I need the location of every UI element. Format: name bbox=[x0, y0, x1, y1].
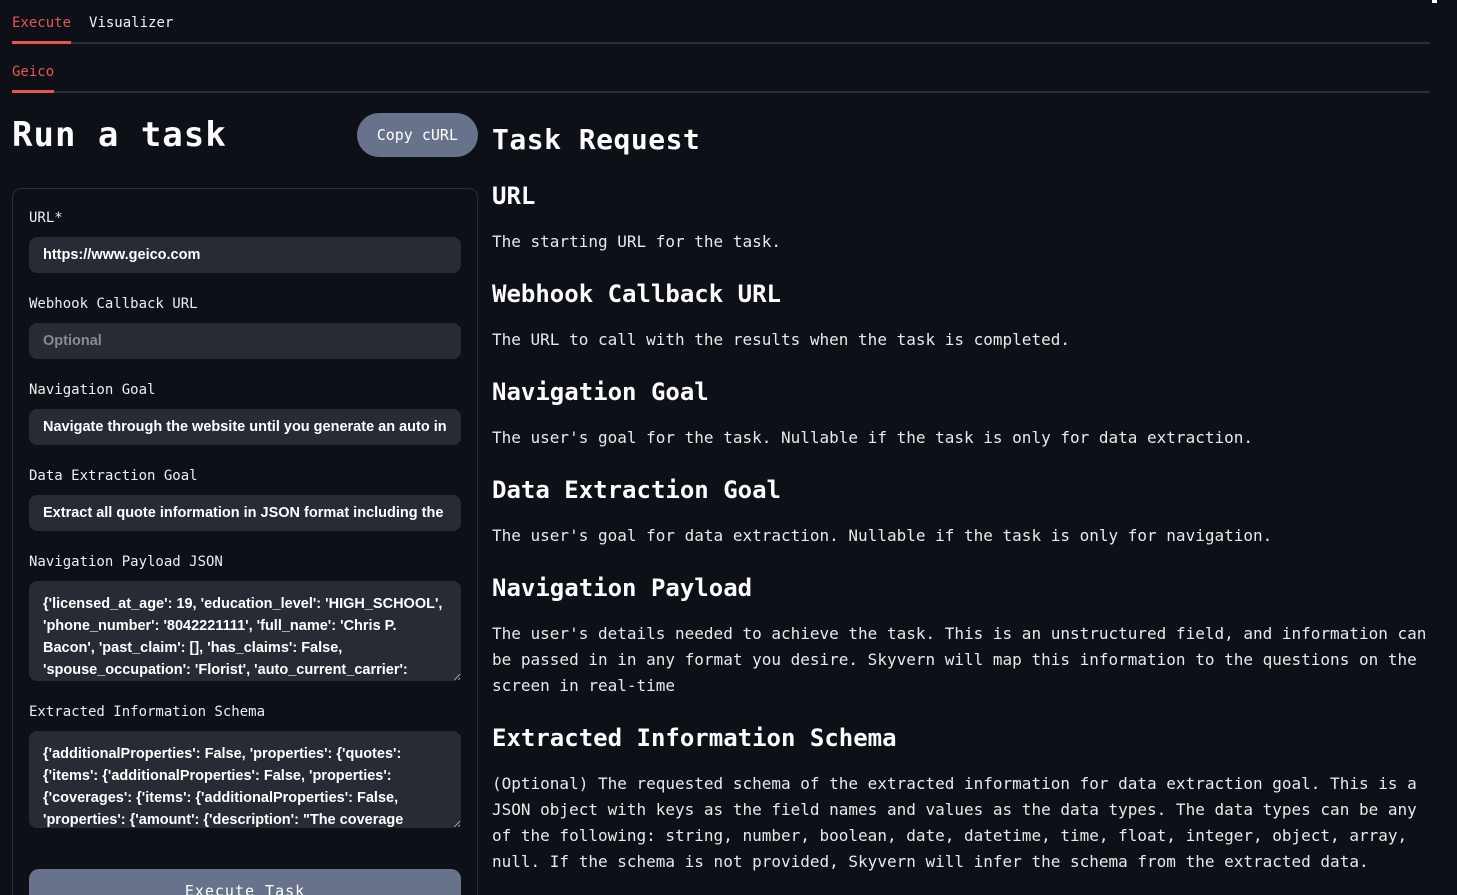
doc-body: The URL to call with the results when th… bbox=[492, 327, 1432, 353]
tab-execute[interactable]: Execute bbox=[12, 0, 71, 42]
doc-body: (Optional) The requested schema of the e… bbox=[492, 771, 1432, 875]
tab-visualizer[interactable]: Visualizer bbox=[89, 0, 173, 42]
doc-heading: URL bbox=[492, 181, 1432, 211]
navigation-payload-label: Navigation Payload JSON bbox=[29, 554, 461, 570]
doc-heading: Webhook Callback URL bbox=[492, 279, 1432, 309]
doc-body: The user's details needed to achieve the… bbox=[492, 621, 1432, 699]
doc-section-data-extraction-goal: Data Extraction Goal The user's goal for… bbox=[492, 475, 1432, 549]
extracted-schema-textarea[interactable]: {'additionalProperties': False, 'propert… bbox=[29, 731, 461, 828]
docs-title: Task Request bbox=[492, 123, 1432, 157]
docs-column: Task Request URL The starting URL for th… bbox=[492, 112, 1432, 875]
field-navigation-goal: Navigation Goal bbox=[29, 382, 461, 445]
task-form-column: Run a task Copy cURL URL* Webhook Callba… bbox=[12, 112, 478, 895]
copy-curl-button[interactable]: Copy cURL bbox=[357, 113, 478, 157]
navigation-goal-input[interactable] bbox=[29, 409, 461, 445]
field-extracted-schema: Extracted Information Schema {'additiona… bbox=[29, 704, 461, 828]
execute-task-button[interactable]: Execute Task bbox=[29, 869, 461, 895]
page-title: Run a task bbox=[12, 115, 227, 155]
main-tab-bar: Execute Visualizer bbox=[12, 0, 1430, 44]
doc-section-webhook: Webhook Callback URL The URL to call wit… bbox=[492, 279, 1432, 353]
url-label: URL* bbox=[29, 210, 461, 226]
field-data-extraction-goal: Data Extraction Goal bbox=[29, 468, 461, 531]
extracted-schema-label: Extracted Information Schema bbox=[29, 704, 461, 720]
task-form-card: URL* Webhook Callback URL Navigation Goa… bbox=[12, 188, 478, 895]
doc-section-url: URL The starting URL for the task. bbox=[492, 181, 1432, 255]
data-extraction-goal-label: Data Extraction Goal bbox=[29, 468, 461, 484]
field-navigation-payload: Navigation Payload JSON {'licensed_at_ag… bbox=[29, 554, 461, 681]
webhook-label: Webhook Callback URL bbox=[29, 296, 461, 312]
field-url: URL* bbox=[29, 210, 461, 273]
doc-section-navigation-goal: Navigation Goal The user's goal for the … bbox=[492, 377, 1432, 451]
doc-section-navigation-payload: Navigation Payload The user's details ne… bbox=[492, 573, 1432, 699]
form-title-row: Run a task Copy cURL bbox=[12, 112, 478, 158]
webhook-input[interactable] bbox=[29, 323, 461, 359]
subtab-geico[interactable]: Geico bbox=[12, 44, 54, 91]
sub-tab-bar: Geico bbox=[12, 44, 1430, 93]
doc-heading: Data Extraction Goal bbox=[492, 475, 1432, 505]
doc-section-extracted-schema: Extracted Information Schema (Optional) … bbox=[492, 723, 1432, 875]
scrollbar-thumb-artifact bbox=[1432, 0, 1437, 3]
data-extraction-goal-input[interactable] bbox=[29, 495, 461, 531]
field-webhook: Webhook Callback URL bbox=[29, 296, 461, 359]
doc-heading: Extracted Information Schema bbox=[492, 723, 1432, 753]
doc-body: The user's goal for data extraction. Nul… bbox=[492, 523, 1432, 549]
navigation-goal-label: Navigation Goal bbox=[29, 382, 461, 398]
main-content: Run a task Copy cURL URL* Webhook Callba… bbox=[0, 93, 1457, 895]
doc-body: The starting URL for the task. bbox=[492, 229, 1432, 255]
url-input[interactable] bbox=[29, 237, 461, 273]
doc-body: The user's goal for the task. Nullable i… bbox=[492, 425, 1432, 451]
doc-heading: Navigation Payload bbox=[492, 573, 1432, 603]
navigation-payload-textarea[interactable]: {'licensed_at_age': 19, 'education_level… bbox=[29, 581, 461, 681]
doc-heading: Navigation Goal bbox=[492, 377, 1432, 407]
